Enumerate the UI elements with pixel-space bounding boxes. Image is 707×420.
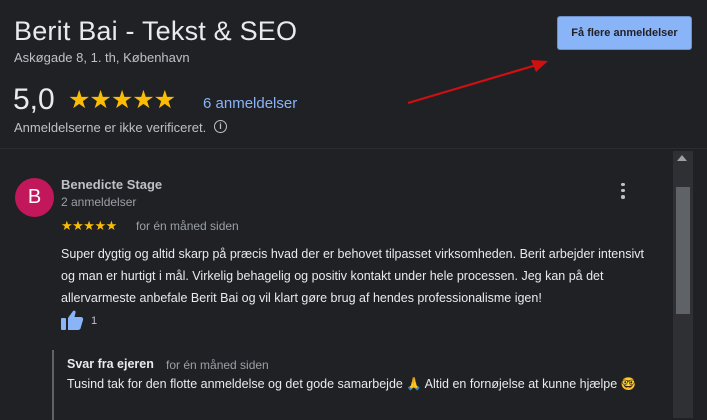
- review-count-link[interactable]: 6 anmeldelser: [203, 95, 297, 112]
- rating-stars: ★★★★★: [68, 86, 176, 114]
- owner-reply-text: Tusind tak for den flotte anmeldelse og …: [67, 377, 637, 391]
- review-text: Super dygtig og altid skarp på præcis hv…: [61, 247, 644, 305]
- business-name: Berit Bai - Tekst & SEO: [14, 16, 298, 46]
- more-vert-icon[interactable]: [616, 181, 630, 201]
- info-icon[interactable]: i: [214, 120, 227, 133]
- rating-value: 5,0: [13, 83, 55, 116]
- divider: [0, 148, 707, 149]
- business-address: Askøgade 8, 1. th, København: [14, 50, 190, 65]
- reply-indicator-bar: [52, 350, 54, 420]
- get-more-reviews-button[interactable]: Få flere anmeldelser: [558, 17, 691, 49]
- scroll-up-icon[interactable]: [677, 155, 687, 161]
- review-stars: ★★★★★: [61, 218, 117, 233]
- unverified-notice: Anmeldelserne er ikke verificeret.: [14, 120, 207, 135]
- avatar[interactable]: B: [15, 178, 54, 217]
- scrollbar-thumb[interactable]: [676, 187, 690, 314]
- owner-reply-time: for én måned siden: [166, 358, 269, 372]
- review-time: for én måned siden: [136, 219, 239, 233]
- owner-reply-title: Svar fra ejeren: [67, 357, 154, 371]
- thumbs-up-icon[interactable]: [60, 309, 84, 331]
- reviewer-review-count: 2 anmeldelser: [61, 195, 137, 209]
- like-count: 1: [91, 315, 98, 327]
- reviewer-name[interactable]: Benedicte Stage: [61, 177, 162, 192]
